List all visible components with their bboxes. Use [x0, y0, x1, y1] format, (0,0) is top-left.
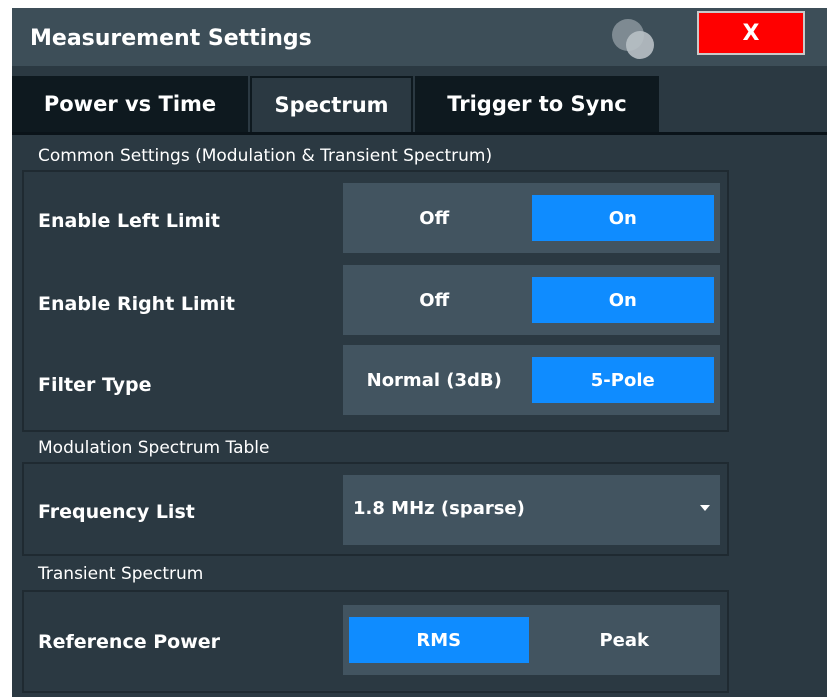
left-limit-off-option[interactable]: Off — [343, 195, 526, 241]
tab-label: Trigger to Sync — [447, 92, 627, 116]
option-label: On — [608, 207, 637, 229]
tab-label: Power vs Time — [43, 92, 217, 116]
enable-right-limit-label: Enable Right Limit — [38, 293, 235, 315]
frequency-list-dropdown[interactable]: 1.8 MHz (sparse) — [343, 475, 720, 545]
tab-power-vs-time[interactable]: Power vs Time — [12, 76, 248, 132]
reference-power-peak-option[interactable]: Peak — [535, 617, 715, 663]
right-limit-on-option[interactable]: On — [531, 277, 714, 323]
close-button[interactable]: X — [697, 11, 805, 55]
tab-spectrum[interactable]: Spectrum — [250, 76, 413, 132]
tab-label: Spectrum — [274, 93, 389, 117]
option-label: Off — [419, 289, 450, 311]
overlapping-circles-logo-icon — [612, 19, 654, 59]
measurement-settings-dialog: Measurement Settings X Power vs Time Spe… — [12, 8, 827, 697]
filter-5-pole-option[interactable]: 5-Pole — [531, 357, 714, 403]
option-label: 5-Pole — [590, 369, 655, 391]
caret-down-icon — [700, 505, 710, 511]
option-label: Peak — [599, 629, 650, 651]
enable-left-limit-label: Enable Left Limit — [38, 210, 220, 232]
modulation-spectrum-table-title: Modulation Spectrum Table — [38, 438, 270, 458]
tab-bar: Power vs Time Spectrum Trigger to Sync — [12, 76, 827, 135]
option-label: Off — [419, 207, 450, 229]
close-icon: X — [742, 20, 760, 46]
dialog-title: Measurement Settings — [30, 26, 312, 51]
reference-power-label: Reference Power — [38, 631, 221, 653]
filter-normal-option[interactable]: Normal (3dB) — [343, 357, 526, 403]
option-label: RMS — [416, 629, 462, 651]
right-limit-off-option[interactable]: Off — [343, 277, 526, 323]
frequency-list-value: 1.8 MHz (sparse) — [353, 498, 525, 519]
reference-power-toggle[interactable]: RMS Peak — [343, 605, 720, 675]
transient-spectrum-title: Transient Spectrum — [38, 564, 204, 584]
common-settings-title: Common Settings (Modulation & Transient … — [38, 146, 493, 166]
enable-left-limit-toggle[interactable]: Off On — [343, 183, 720, 253]
filter-type-toggle[interactable]: Normal (3dB) 5-Pole — [343, 345, 720, 415]
tab-trigger-to-sync[interactable]: Trigger to Sync — [415, 76, 659, 132]
title-bar: Measurement Settings X — [12, 8, 827, 66]
filter-type-label: Filter Type — [38, 374, 152, 396]
frequency-list-label: Frequency List — [38, 501, 195, 523]
left-limit-on-option[interactable]: On — [531, 195, 714, 241]
option-label: On — [608, 289, 637, 311]
reference-power-rms-option[interactable]: RMS — [349, 617, 529, 663]
option-label: Normal (3dB) — [366, 369, 502, 391]
enable-right-limit-toggle[interactable]: Off On — [343, 265, 720, 335]
